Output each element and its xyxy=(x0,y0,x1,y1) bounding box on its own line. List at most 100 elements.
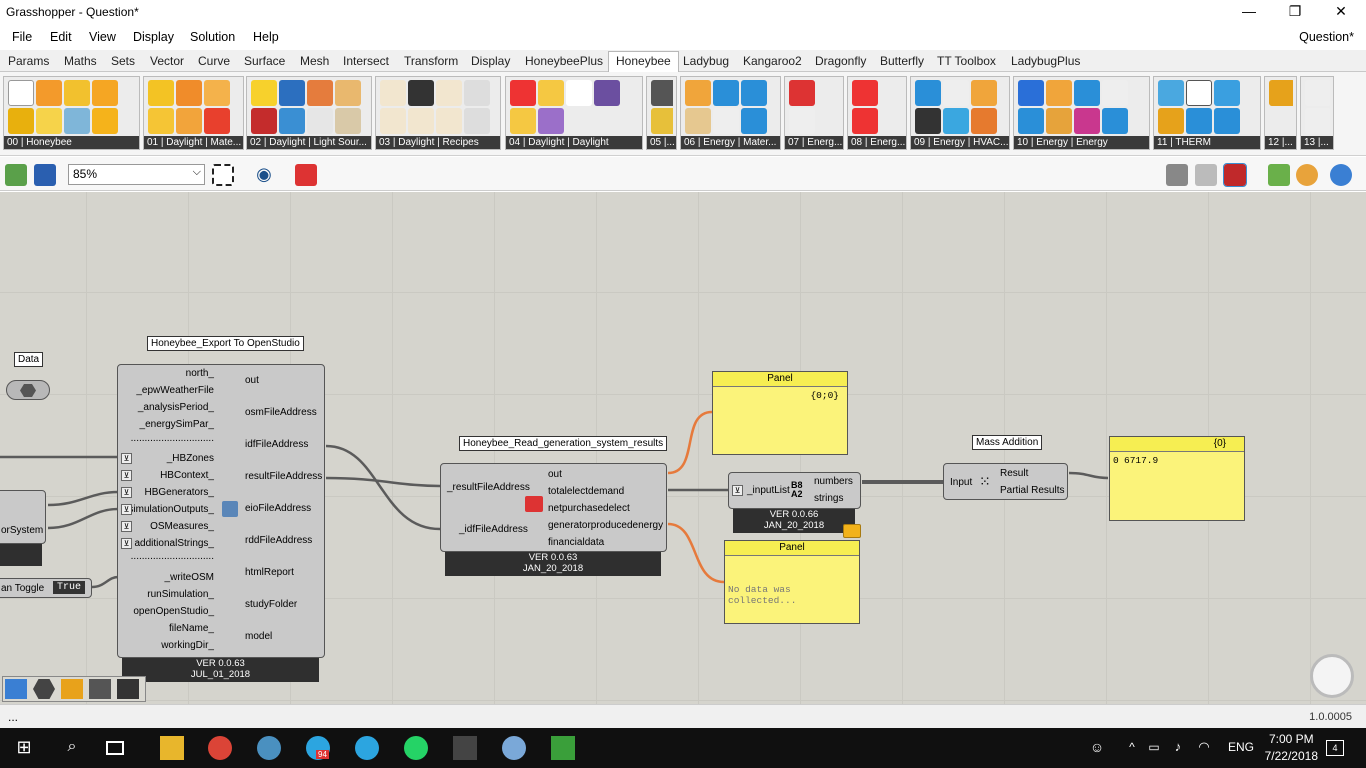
export-to-openstudio-component[interactable]: north_ _epwWeatherFile _analysisPeriod_ … xyxy=(117,364,325,658)
hexagon-outline-icon[interactable] xyxy=(1186,80,1212,106)
output-port[interactable]: financialdata xyxy=(548,537,604,548)
app-icon[interactable] xyxy=(502,736,526,760)
expand-icon[interactable]: ⊻ xyxy=(121,487,132,498)
img-icon[interactable] xyxy=(436,80,462,106)
input-port[interactable]: HBContext_ xyxy=(118,470,214,481)
chart-icon[interactable] xyxy=(651,108,673,134)
whatsapp-icon[interactable] xyxy=(404,736,428,760)
input-port[interactable]: Input xyxy=(950,477,972,488)
maximize-button[interactable]: ❐ xyxy=(1272,0,1318,24)
tab-sets[interactable]: Sets xyxy=(111,54,135,68)
task-view-icon[interactable] xyxy=(106,741,124,755)
clock[interactable]: 7:00 PM 7/22/2018 xyxy=(1265,731,1318,765)
input-port[interactable]: simulationOutputs_ xyxy=(118,504,214,515)
output-port[interactable]: numbers xyxy=(814,476,853,487)
telegram-icon[interactable]: 94 xyxy=(306,736,330,760)
idf-icon[interactable] xyxy=(1305,108,1330,134)
r-icon[interactable] xyxy=(464,108,490,134)
rhino-icon[interactable] xyxy=(257,736,281,760)
tab-surface[interactable]: Surface xyxy=(244,54,285,68)
cie-icon[interactable] xyxy=(279,80,305,106)
refresh-icon[interactable] xyxy=(915,80,941,106)
output-port[interactable]: strings xyxy=(814,493,843,504)
clock-icon[interactable] xyxy=(789,108,815,134)
hdr-tif-icon[interactable] xyxy=(538,108,564,134)
people-icon[interactable]: ☺ xyxy=(1085,736,1109,760)
grid-results-icon[interactable] xyxy=(594,80,620,106)
mass-addition-component[interactable]: Input ⁙ Result Partial Results xyxy=(943,463,1068,500)
pentagon-icon[interactable] xyxy=(1074,108,1100,134)
read-generation-results-component[interactable]: _resultFileAddress _idfFileAddress out t… xyxy=(440,463,667,552)
zoom-extents-icon[interactable] xyxy=(212,164,234,186)
menu-edit[interactable]: Edit xyxy=(50,30,72,44)
output-port[interactable]: Result xyxy=(1000,468,1028,479)
menu-solution[interactable]: Solution xyxy=(190,30,235,44)
output-port[interactable]: eioFileAddress xyxy=(245,503,311,514)
document-name[interactable]: Question* xyxy=(1299,30,1354,44)
load-icon[interactable] xyxy=(852,80,878,106)
tab-vector[interactable]: Vector xyxy=(150,54,184,68)
upload-icon[interactable] xyxy=(741,80,767,106)
box-icon[interactable] xyxy=(92,80,118,106)
chrome-icon[interactable] xyxy=(208,736,232,760)
material-icon[interactable] xyxy=(176,80,202,106)
rad-icon[interactable] xyxy=(538,80,564,106)
material-list-icon[interactable] xyxy=(148,108,174,134)
frame-icon[interactable] xyxy=(1214,80,1240,106)
message-balloon-icon[interactable] xyxy=(843,524,861,538)
input-port[interactable]: _inputList xyxy=(747,485,790,496)
df-icon[interactable] xyxy=(380,108,406,134)
cm-icon[interactable] xyxy=(251,108,277,134)
ladybug-icon[interactable] xyxy=(61,679,83,699)
output-port[interactable]: osmFileAddress xyxy=(245,407,317,418)
tab-ladybug[interactable]: Ladybug xyxy=(683,54,729,68)
sun-icon[interactable] xyxy=(335,80,361,106)
app2-icon[interactable] xyxy=(551,736,575,760)
output-port[interactable]: model xyxy=(245,631,272,642)
schedule-icon[interactable] xyxy=(789,80,815,106)
zone-icon[interactable] xyxy=(36,108,62,134)
grasshopper-icon[interactable] xyxy=(453,736,477,760)
cube-icon[interactable] xyxy=(1018,108,1044,134)
diamond-icon[interactable] xyxy=(64,108,90,134)
cb-icon[interactable] xyxy=(251,80,277,106)
bake-icon[interactable] xyxy=(1268,164,1290,186)
input-port[interactable]: HBGenerators_ xyxy=(118,487,214,498)
menu-file[interactable]: File xyxy=(12,30,32,44)
honeybee-icon[interactable] xyxy=(36,80,62,106)
material-bar-icon[interactable] xyxy=(685,108,711,134)
question-icon[interactable] xyxy=(713,108,739,134)
volume-icon[interactable]: ♪ xyxy=(1166,736,1190,760)
hdr-icon[interactable] xyxy=(566,80,592,106)
panel-result[interactable]: {0} 0 6717.9 xyxy=(1109,436,1245,521)
download-icon[interactable] xyxy=(117,679,139,699)
input-port[interactable]: _writeOSM xyxy=(118,572,214,583)
input-port[interactable]: fileName_ xyxy=(118,623,214,634)
p-icon[interactable] xyxy=(335,108,361,134)
pause-icon[interactable] xyxy=(1214,108,1240,134)
open-file-icon[interactable] xyxy=(5,164,27,186)
output-port[interactable]: Partial Results xyxy=(1000,485,1064,496)
grid-icon[interactable] xyxy=(408,80,434,106)
expand-icon[interactable]: ⊻ xyxy=(732,485,743,496)
menu-view[interactable]: View xyxy=(89,30,116,44)
output-port[interactable]: studyFolder xyxy=(245,599,297,610)
t-icon[interactable] xyxy=(1158,108,1184,134)
output-port[interactable]: idfFileAddress xyxy=(245,439,308,450)
tab-honeybeeplus[interactable]: HoneybeePlus xyxy=(525,54,603,68)
input-port[interactable]: _analysisPeriod_ xyxy=(118,402,214,413)
input-list-component[interactable]: ⊻ _inputList B8 A2 numbers strings xyxy=(728,472,861,509)
arrow-icon[interactable] xyxy=(148,80,174,106)
panel-bottom[interactable]: Panel No data was collected... xyxy=(724,540,860,624)
construction-icon[interactable] xyxy=(685,80,711,106)
play-icon[interactable] xyxy=(1102,108,1128,134)
selected-preview-icon[interactable] xyxy=(1223,163,1247,187)
output-port[interactable]: out xyxy=(245,375,259,386)
partial-component[interactable]: orSystem xyxy=(0,490,46,544)
tab-display[interactable]: Display xyxy=(471,54,510,68)
lamp-icon[interactable] xyxy=(307,108,333,134)
plus-icon[interactable] xyxy=(204,108,230,134)
flame-icon[interactable] xyxy=(971,80,997,106)
fan-icon[interactable] xyxy=(943,80,969,106)
input-port[interactable]: OSMeasures_ xyxy=(118,521,214,532)
